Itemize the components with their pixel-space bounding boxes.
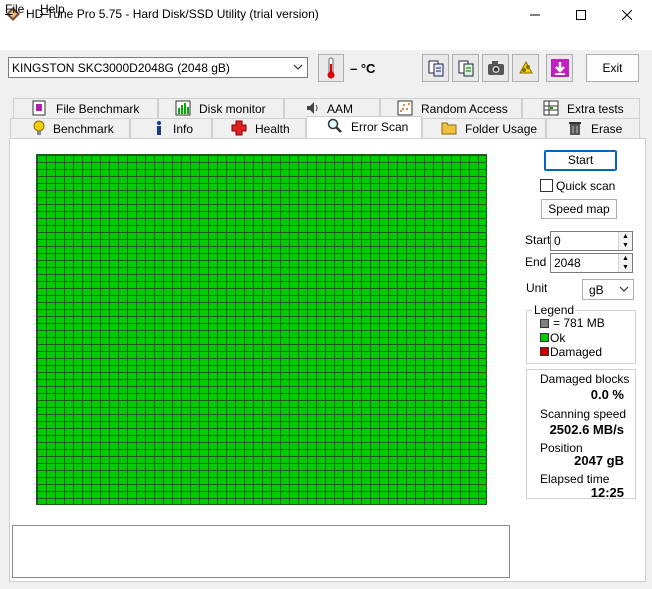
copy-icon: [428, 60, 443, 77]
quick-scan-label: Quick scan: [556, 179, 616, 193]
options-button[interactable]: [512, 54, 539, 82]
minimize-button[interactable]: [512, 0, 558, 30]
end-field-value: 2048: [554, 256, 581, 270]
copy-button[interactable]: [422, 54, 449, 82]
tab-erase[interactable]: Erase: [546, 118, 640, 138]
screenshot-button[interactable]: [482, 54, 509, 82]
start-field[interactable]: 0 ▲ ▼: [550, 231, 633, 251]
legend-block-size-label: = 781 MB: [553, 316, 605, 330]
end-field[interactable]: 2048 ▲ ▼: [550, 253, 633, 273]
unit-select[interactable]: gB: [582, 279, 634, 300]
menu-file[interactable]: File: [5, 2, 24, 16]
tab-aam[interactable]: AAM: [284, 98, 380, 118]
tab-folder-usage[interactable]: Folder Usage: [422, 118, 546, 138]
spin-arrows-icon[interactable]: ▲ ▼: [618, 232, 632, 250]
magnifier-icon: [327, 118, 343, 134]
legend-swatch-damaged: [540, 347, 549, 356]
options-icon: [518, 60, 533, 74]
copy-info-button[interactable]: [452, 54, 479, 82]
damaged-blocks-label: Damaged blocks: [540, 372, 630, 386]
download-arrow-icon: [550, 59, 569, 77]
scanning-speed-label: Scanning speed: [540, 407, 627, 421]
start-field-label: Start: [525, 233, 551, 247]
unit-label: Unit: [526, 281, 548, 295]
thermometer-button[interactable]: [318, 54, 344, 82]
copy-info-icon: [458, 60, 473, 77]
bulb-icon: [31, 120, 47, 136]
random-access-icon: [397, 100, 413, 116]
tab-info[interactable]: Info: [130, 118, 212, 138]
legend-swatch-block-size: [540, 319, 549, 328]
tab-disk-monitor[interactable]: Disk monitor: [158, 98, 284, 118]
scan-block-map: [36, 154, 487, 505]
end-field-label: End: [525, 255, 547, 269]
tab-extra-tests[interactable]: Extra tests: [522, 98, 640, 118]
start-button[interactable]: Start: [544, 150, 617, 171]
temperature-readout: – °C: [350, 61, 376, 76]
damaged-blocks-value: 0.0 %: [590, 387, 624, 402]
tab-file-benchmark[interactable]: File Benchmark: [13, 98, 158, 118]
tab-benchmark[interactable]: Benchmark: [10, 118, 130, 138]
spin-arrows-icon[interactable]: ▲ ▼: [618, 254, 632, 272]
extra-tests-icon: [543, 100, 559, 116]
drive-select-value: KINGSTON SKC3000D2048G (2048 gB): [12, 61, 230, 75]
quick-scan-checkbox[interactable]: [540, 179, 553, 192]
chevron-down-icon: [293, 60, 303, 77]
position-value: 2047 gB: [574, 453, 624, 468]
speed-map-button[interactable]: Speed map: [541, 199, 617, 219]
legend-damaged-label: Damaged: [550, 345, 603, 359]
scan-log-box[interactable]: [12, 525, 510, 578]
unit-select-value: gB: [589, 283, 604, 297]
window-title: HD Tune Pro 5.75 - Hard Disk/SSD Utility…: [26, 7, 319, 21]
legend-title: Legend: [532, 303, 577, 317]
elapsed-time-value: 12:25: [590, 485, 624, 500]
chevron-down-icon: [619, 282, 629, 299]
legend-swatch-ok: [540, 333, 549, 342]
menu-bar: [0, 30, 652, 50]
maximize-button[interactable]: [558, 0, 604, 30]
speaker-icon: [305, 100, 321, 116]
exit-button[interactable]: Exit: [586, 54, 639, 82]
scanning-speed-value: 2502.6 MB/s: [549, 422, 624, 437]
tab-error-scan[interactable]: Error Scan: [306, 116, 422, 138]
tab-health[interactable]: Health: [212, 118, 306, 138]
info-icon: [151, 120, 167, 136]
close-button[interactable]: [604, 0, 650, 30]
disk-monitor-icon: [175, 100, 191, 116]
elapsed-time-label: Elapsed time: [540, 472, 610, 486]
thermometer-icon: [327, 57, 335, 79]
tab-random-access[interactable]: Random Access: [380, 98, 522, 118]
health-cross-icon: [231, 120, 247, 136]
menu-help[interactable]: Help: [40, 2, 65, 16]
file-benchmark-icon: [32, 100, 48, 116]
save-button[interactable]: [546, 54, 573, 82]
folder-icon: [441, 120, 457, 136]
start-field-value: 0: [554, 234, 561, 248]
legend-ok-label: Ok: [550, 331, 566, 345]
drive-select[interactable]: KINGSTON SKC3000D2048G (2048 gB): [8, 57, 308, 78]
trash-icon: [567, 120, 583, 136]
camera-icon: [487, 61, 504, 75]
